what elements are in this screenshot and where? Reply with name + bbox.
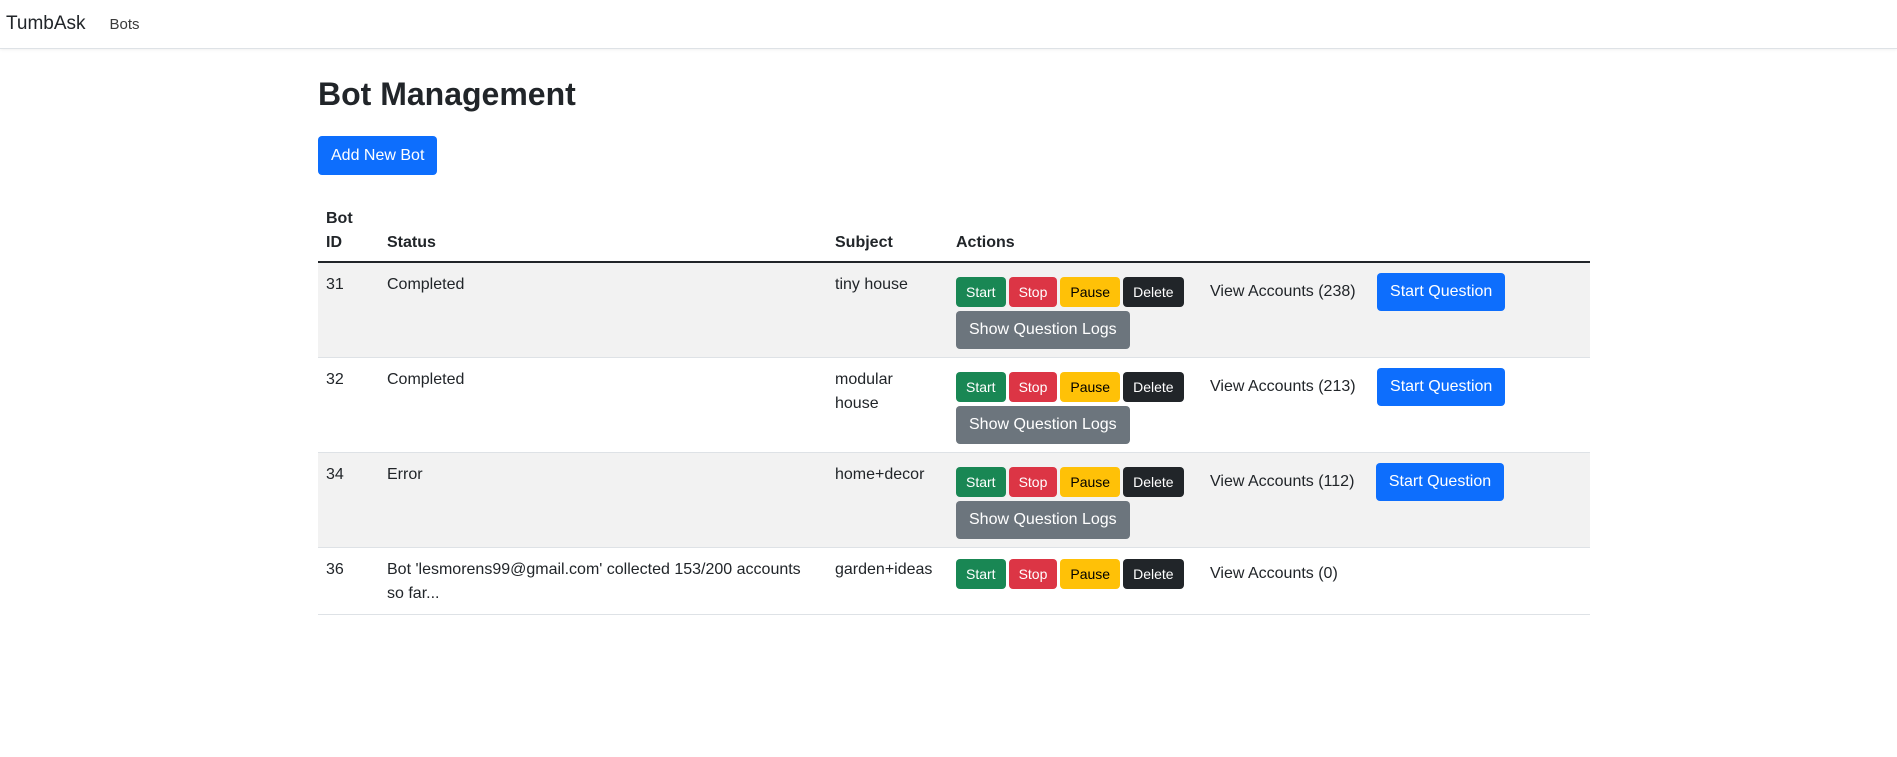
- navbar: TumbAsk Bots: [0, 0, 1897, 49]
- start-button[interactable]: Start: [956, 277, 1006, 308]
- start-question-button[interactable]: Start Question: [1377, 273, 1506, 312]
- pause-button[interactable]: Pause: [1060, 277, 1121, 308]
- table-row: 31 Completed tiny house Start Stop Pause De…: [318, 262, 1590, 359]
- start-button[interactable]: Start: [956, 372, 1006, 403]
- pause-button[interactable]: Pause: [1060, 372, 1121, 403]
- delete-button[interactable]: Delete: [1123, 559, 1184, 590]
- stop-button[interactable]: Stop: [1008, 467, 1058, 498]
- nav-link-bots[interactable]: Bots: [110, 16, 140, 33]
- pause-button[interactable]: Pause: [1060, 559, 1121, 590]
- bot-id-cell: 32: [318, 357, 379, 454]
- view-accounts-link[interactable]: View Accounts (238): [1197, 276, 1369, 308]
- stop-button[interactable]: Stop: [1008, 372, 1058, 403]
- status-cell: Completed: [379, 357, 827, 454]
- header-actions: Actions: [948, 201, 1590, 264]
- show-question-logs-button[interactable]: Show Question Logs: [956, 311, 1130, 350]
- start-button[interactable]: Start: [956, 467, 1006, 498]
- bot-id-cell: 36: [318, 547, 379, 616]
- page-title: Bot Management: [318, 76, 576, 112]
- actions-cell: Start Stop Pause Delete View Accounts (112)…: [948, 452, 1590, 549]
- status-cell: Error: [379, 452, 827, 549]
- header-status: Status: [379, 201, 827, 264]
- delete-button[interactable]: Delete: [1123, 467, 1184, 498]
- table-row: 32 Completed modular house Start Stop Paus…: [318, 357, 1590, 454]
- status-cell: Bot 'lesmorens99@gmail.com' collected 15…: [379, 547, 827, 616]
- show-question-logs-button[interactable]: Show Question Logs: [956, 501, 1130, 540]
- table-row: 34 Error home+decor Start Stop Pause Delete…: [318, 452, 1590, 549]
- actions-cell: Start Stop Pause Delete View Accounts (213)…: [948, 357, 1590, 454]
- actions-cell: Start Stop Pause Delete View Accounts (238)…: [948, 262, 1590, 359]
- subject-cell: modular house: [827, 357, 948, 454]
- header-bot-id: Bot ID: [318, 201, 379, 264]
- view-accounts-link[interactable]: View Accounts (0): [1197, 558, 1351, 590]
- table-header-row: Bot ID Status Subject Actions: [318, 201, 1590, 264]
- bot-id-cell: 34: [318, 452, 379, 549]
- view-accounts-link[interactable]: View Accounts (112): [1197, 466, 1367, 498]
- actions-cell: Start Stop Pause Delete View Accounts (0): [948, 547, 1590, 616]
- bots-table: Bot ID Status Subject Actions 31 Complet…: [318, 201, 1590, 616]
- view-accounts-link[interactable]: View Accounts (213): [1197, 371, 1369, 403]
- subject-cell: garden+ideas: [827, 547, 948, 616]
- header-subject: Subject: [827, 201, 948, 264]
- delete-button[interactable]: Delete: [1123, 372, 1184, 403]
- main-container: Bot Management Add New Bot Bot ID Status…: [318, 49, 1590, 616]
- start-button[interactable]: Start: [956, 559, 1006, 590]
- add-new-bot-button[interactable]: Add New Bot: [318, 136, 438, 176]
- pause-button[interactable]: Pause: [1060, 467, 1121, 498]
- table-row: 36 Bot 'lesmorens99@gmail.com' collected…: [318, 547, 1590, 616]
- stop-button[interactable]: Stop: [1008, 559, 1058, 590]
- brand-link[interactable]: TumbAsk: [6, 13, 86, 35]
- start-question-button[interactable]: Start Question: [1375, 463, 1505, 502]
- bot-id-cell: 31: [318, 262, 379, 359]
- delete-button[interactable]: Delete: [1123, 277, 1184, 308]
- subject-cell: tiny house: [827, 262, 948, 359]
- show-question-logs-button[interactable]: Show Question Logs: [956, 406, 1130, 445]
- start-question-button[interactable]: Start Question: [1377, 368, 1506, 407]
- status-cell: Completed: [379, 262, 827, 359]
- stop-button[interactable]: Stop: [1008, 277, 1058, 308]
- subject-cell: home+decor: [827, 452, 948, 549]
